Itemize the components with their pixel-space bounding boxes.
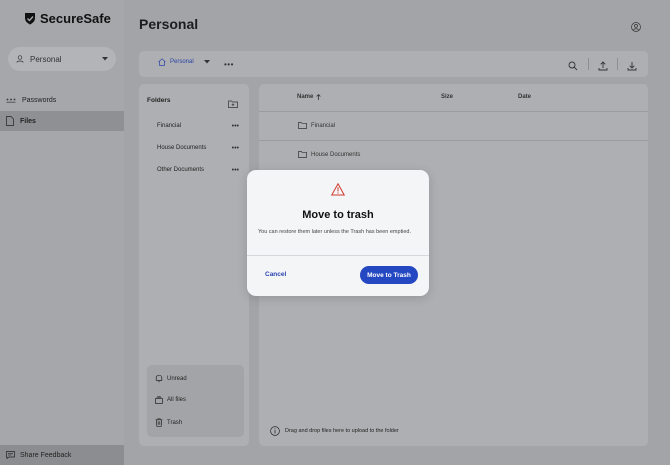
row-divider	[259, 111, 648, 112]
add-folder-icon	[228, 100, 238, 108]
toolbar-divider	[588, 58, 589, 70]
more-options-icon[interactable]: •••	[232, 145, 239, 152]
quick-item-trash[interactable]: Trash	[155, 418, 182, 427]
search-icon	[568, 61, 578, 71]
table-row[interactable]: House Documents	[298, 151, 360, 158]
quick-item-label: All files	[167, 397, 187, 403]
breadcrumb-label: Personal	[170, 59, 194, 65]
folders-title: Folders	[147, 97, 171, 104]
more-options-icon[interactable]: •••	[232, 167, 239, 174]
upload-icon	[598, 61, 608, 71]
dialog-divider	[247, 255, 429, 256]
sort-arrow-up-icon	[316, 94, 322, 100]
column-header-size[interactable]: Size	[441, 94, 453, 100]
info-icon	[270, 426, 280, 436]
account-switcher[interactable]: Personal	[8, 47, 116, 71]
folder-item[interactable]: Other Documents •••	[157, 167, 239, 174]
search-button[interactable]	[568, 58, 578, 76]
table-row[interactable]: Financial	[298, 122, 335, 129]
column-label: Name	[297, 94, 314, 100]
user-circle-icon	[631, 22, 641, 32]
account-label: Personal	[30, 54, 62, 64]
home-icon	[158, 58, 166, 66]
move-to-trash-button[interactable]: Move to Trash	[360, 266, 418, 284]
nav-item-files[interactable]: Files	[0, 111, 124, 131]
more-options-icon[interactable]: •••	[232, 123, 239, 130]
files-stack-icon	[155, 396, 163, 404]
download-icon	[627, 62, 637, 71]
file-name: House Documents	[311, 151, 361, 158]
bell-icon	[155, 374, 163, 383]
user-icon	[16, 55, 24, 63]
folder-icon	[298, 151, 307, 158]
page-title: Personal	[139, 16, 199, 32]
folder-label: Other Documents	[157, 167, 205, 173]
brand-name: SecureSafe	[40, 11, 111, 26]
shield-logo-icon	[25, 13, 35, 25]
file-icon	[6, 116, 14, 126]
share-feedback-button[interactable]: Share Feedback	[0, 445, 124, 465]
folder-label: House Documents	[157, 145, 207, 151]
breadcrumb[interactable]: Personal	[158, 58, 210, 66]
folder-item[interactable]: Financial •••	[157, 123, 239, 130]
quick-item-all-files[interactable]: All files	[155, 396, 186, 404]
trash-icon	[155, 418, 163, 427]
folder-label: Financial	[157, 123, 182, 129]
cancel-button[interactable]: Cancel	[265, 271, 286, 278]
chevron-down-icon	[203, 60, 210, 64]
nav-label: Passwords	[22, 96, 57, 104]
quick-item-label: Unread	[167, 375, 187, 382]
quick-item-unread[interactable]: Unread	[155, 374, 187, 383]
profile-button[interactable]	[631, 19, 641, 37]
column-header-name[interactable]: Name	[297, 94, 322, 100]
feedback-label: Share Feedback	[20, 451, 72, 459]
warning-icon	[330, 182, 346, 201]
drop-hint-text: Drag and drop files here to upload to th…	[285, 428, 399, 434]
nav-item-passwords[interactable]: Passwords	[0, 90, 124, 110]
folder-item[interactable]: House Documents •••	[157, 145, 239, 152]
download-button[interactable]	[627, 58, 637, 76]
feedback-icon	[6, 451, 15, 459]
add-folder-button[interactable]	[228, 95, 238, 113]
logo[interactable]: SecureSafe	[24, 11, 111, 26]
row-divider	[259, 140, 648, 141]
toolbar-divider	[617, 58, 618, 70]
chevron-down-icon	[102, 57, 108, 61]
file-name: Financial	[311, 122, 336, 129]
more-options-icon[interactable]: •••	[224, 60, 234, 69]
drop-hint: Drag and drop files here to upload to th…	[270, 426, 399, 436]
nav-label: Files	[20, 117, 36, 125]
password-dots-icon	[6, 98, 16, 102]
column-header-date[interactable]: Date	[518, 94, 531, 100]
upload-button[interactable]	[598, 58, 608, 76]
quick-item-label: Trash	[167, 419, 183, 426]
folder-icon	[298, 122, 307, 129]
dialog-title: Move to trash	[302, 209, 374, 221]
dialog-message: You can restore them later unless the Tr…	[258, 229, 411, 235]
